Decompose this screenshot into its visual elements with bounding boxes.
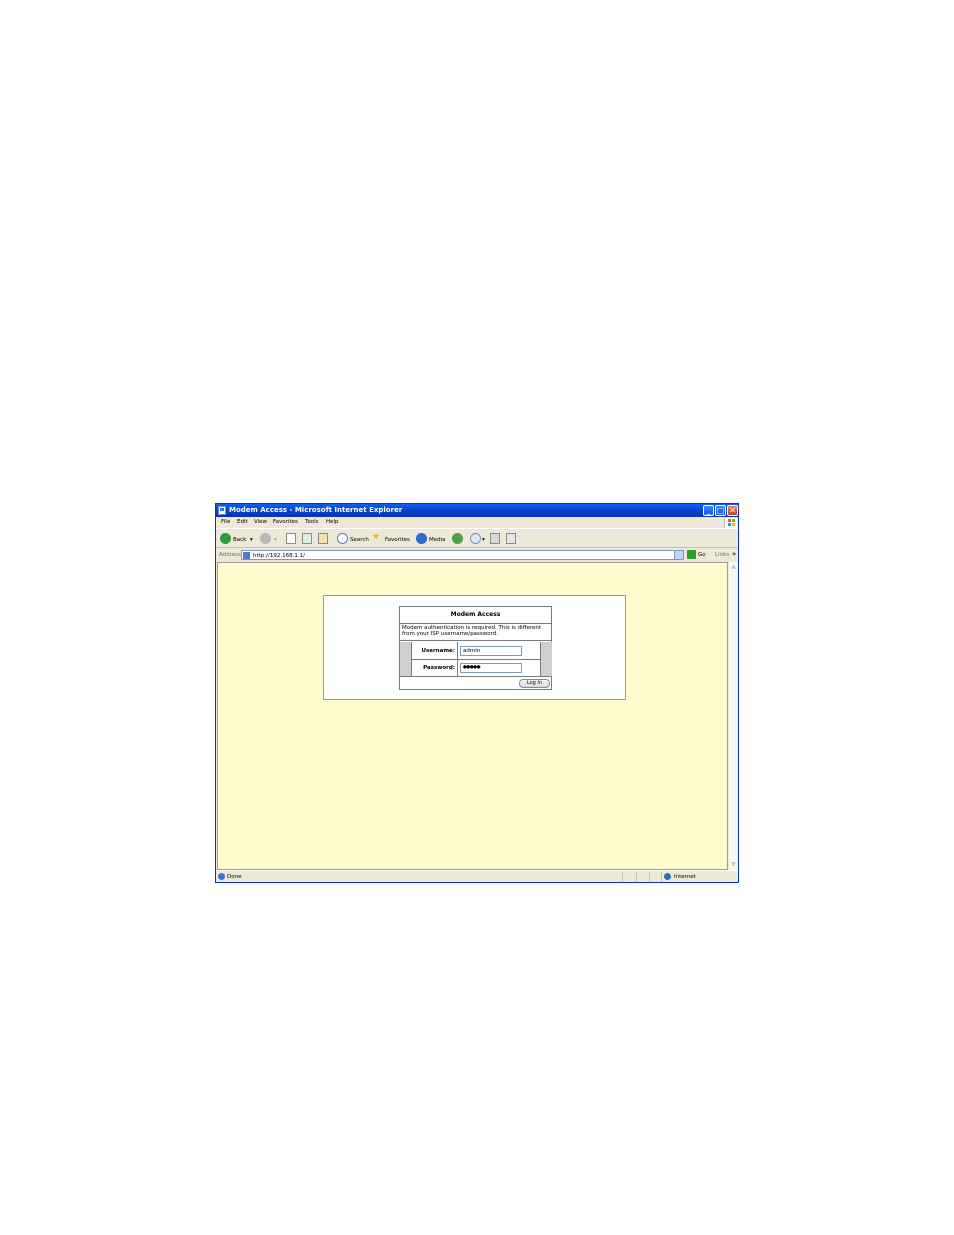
forward-arrow-icon[interactable] (260, 533, 271, 544)
address-field[interactable]: http://192.168.1.1/ (241, 550, 684, 560)
minimize-button[interactable]: _ (703, 505, 714, 516)
mail-dropdown-icon[interactable]: ▾ (482, 537, 485, 543)
back-label[interactable]: Back (233, 537, 246, 543)
page-icon (243, 552, 250, 559)
divider (411, 659, 540, 660)
login-form: Modem Access Modem authentication is req… (399, 606, 552, 690)
stop-icon[interactable] (286, 533, 296, 544)
menu-view[interactable]: View (254, 517, 267, 528)
form-side-right (540, 642, 552, 676)
favorites-label[interactable]: Favorites (385, 537, 410, 543)
login-description: Modem authentication is required. This i… (402, 625, 541, 637)
back-arrow-icon[interactable] (220, 533, 231, 544)
scroll-down-icon[interactable]: ▼ (730, 861, 737, 868)
menu-tools[interactable]: Tools (305, 517, 319, 528)
print-icon[interactable] (490, 533, 500, 544)
page-done-icon (218, 873, 225, 880)
browser-window: Modem Access - Microsoft Internet Explor… (215, 503, 739, 883)
edit-page-icon[interactable] (506, 533, 516, 544)
username-label: Username: (421, 648, 455, 654)
menu-file[interactable]: File (221, 517, 230, 528)
back-dropdown-icon[interactable]: ▾ (250, 537, 253, 543)
history-icon[interactable] (452, 533, 463, 544)
go-label[interactable]: Go (698, 552, 706, 558)
search-icon[interactable] (337, 533, 348, 544)
status-separator (649, 872, 650, 882)
links-chevron-icon[interactable]: » (732, 550, 736, 558)
log-in-button[interactable]: Log In (519, 679, 550, 688)
internet-zone-icon (664, 873, 671, 880)
address-url[interactable]: http://192.168.1.1/ (253, 552, 305, 560)
media-icon[interactable] (416, 533, 427, 544)
forward-dropdown-icon[interactable]: ▾ (274, 537, 277, 543)
vertical-scrollbar[interactable]: ▲ ▼ (729, 562, 738, 870)
login-panel: Modem Access Modem authentication is req… (323, 595, 626, 700)
window-title: Modem Access - Microsoft Internet Explor… (229, 506, 403, 514)
title-bar: Modem Access - Microsoft Internet Explor… (216, 504, 738, 517)
divider (400, 676, 551, 677)
maximize-button[interactable]: □ (715, 505, 726, 516)
status-separator (622, 872, 623, 882)
username-input[interactable]: admin (460, 646, 522, 656)
home-icon[interactable] (318, 533, 328, 544)
status-bar: Done Internet (216, 870, 738, 882)
scroll-up-icon[interactable]: ▲ (730, 563, 737, 570)
menu-favorites[interactable]: Favorites (273, 517, 298, 528)
address-bar: Address http://192.168.1.1/ Go Links » (216, 549, 738, 561)
menu-bar: File Edit View Favorites Tools Help (216, 517, 738, 528)
refresh-icon[interactable] (302, 533, 312, 544)
mail-icon[interactable] (470, 533, 481, 544)
links-label[interactable]: Links (715, 552, 729, 558)
status-separator (636, 872, 637, 882)
media-label[interactable]: Media (429, 537, 446, 543)
status-separator (661, 872, 662, 882)
ie-page-icon (218, 506, 226, 515)
favorites-star-icon[interactable]: ★ (372, 532, 380, 542)
divider (400, 640, 551, 641)
zone-text: Internet (674, 874, 696, 880)
go-arrow-icon[interactable] (687, 550, 696, 559)
login-heading: Modem Access (400, 607, 551, 624)
page-content: Modem Access Modem authentication is req… (217, 562, 728, 870)
address-dropdown-icon[interactable] (674, 551, 683, 559)
password-label: Password: (423, 665, 455, 671)
menu-edit[interactable]: Edit (237, 517, 248, 528)
standard-toolbar: Back ▾ ▾ Search ★ Favorites Media ▾ (216, 528, 738, 548)
password-input[interactable]: ●●●●● (460, 663, 522, 673)
search-label[interactable]: Search (350, 537, 369, 543)
windows-logo-icon (724, 518, 737, 528)
status-text: Done (227, 874, 242, 880)
address-label: Address (219, 552, 241, 558)
menu-help[interactable]: Help (326, 517, 339, 528)
close-button[interactable]: ✕ (727, 505, 738, 516)
